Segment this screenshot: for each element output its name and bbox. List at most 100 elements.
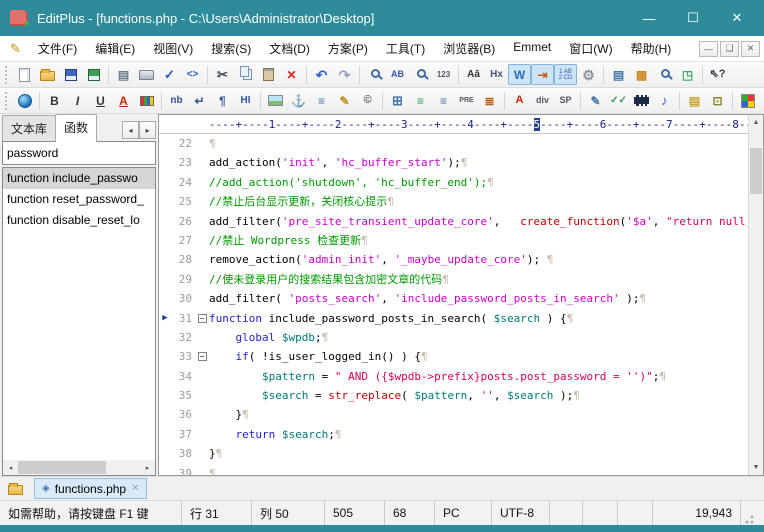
menu-item[interactable]: 窗口(W) bbox=[560, 36, 621, 61]
directory-icon[interactable] bbox=[2, 479, 28, 499]
new-document-icon[interactable] bbox=[13, 64, 36, 85]
image-icon[interactable] bbox=[264, 90, 287, 111]
fold-toggle-icon[interactable]: − bbox=[197, 313, 207, 323]
menu-item[interactable]: 文档(D) bbox=[260, 36, 319, 61]
code-line[interactable]: 35 $search = str_replace( $pattern, '', … bbox=[159, 386, 748, 405]
scroll-right-icon[interactable]: ▸ bbox=[140, 460, 155, 475]
mdi-restore-button[interactable]: ❑ bbox=[720, 40, 739, 57]
toolbar-grip[interactable] bbox=[5, 91, 10, 110]
menu-item[interactable]: 浏览器(B) bbox=[434, 36, 504, 61]
code-line[interactable]: 34 $pattern = " AND ({$wpdb->prefix}post… bbox=[159, 367, 748, 386]
color-palette-icon[interactable] bbox=[135, 90, 158, 111]
function-filter-input[interactable] bbox=[3, 143, 155, 162]
windows-colors-icon[interactable] bbox=[736, 90, 759, 111]
menu-item[interactable]: 搜索(S) bbox=[202, 36, 260, 61]
browser-globe-icon[interactable] bbox=[13, 90, 36, 111]
tab-scroll-right-icon[interactable]: ▸ bbox=[139, 121, 156, 139]
save-all-icon[interactable] bbox=[82, 64, 105, 85]
code-text[interactable]: //禁止后台显示更新，关闭核心提示¶ bbox=[209, 192, 748, 211]
scroll-left-icon[interactable]: ◂ bbox=[3, 460, 18, 475]
scroll-up-icon[interactable]: ▲ bbox=[749, 115, 763, 130]
code-line[interactable]: 25 //禁止后台显示更新，关闭核心提示¶ bbox=[159, 192, 748, 211]
code-text[interactable]: add_filter('pre_site_transient_update_co… bbox=[209, 212, 748, 231]
hex-view-icon[interactable]: Hx bbox=[485, 64, 508, 85]
code-line[interactable]: 39 ¶ bbox=[159, 464, 748, 475]
code-text[interactable]: }¶ bbox=[209, 444, 748, 463]
pre-tag-icon[interactable]: PRE bbox=[455, 90, 478, 111]
code-area[interactable]: ----+----1----+----2----+----3----+----4… bbox=[159, 115, 748, 475]
horizontal-rule-icon[interactable]: ≡ bbox=[310, 90, 333, 111]
code-line[interactable]: 36 }¶ bbox=[159, 405, 748, 424]
open-in-browser-icon[interactable]: ◳ bbox=[676, 64, 699, 85]
span-tag-icon[interactable]: SP bbox=[554, 90, 577, 111]
save-icon[interactable] bbox=[59, 64, 82, 85]
code-line[interactable]: 23 add_action('init', 'hc_buffer_start');… bbox=[159, 153, 748, 172]
print-preview-icon[interactable]: ▤ bbox=[112, 64, 135, 85]
code-text[interactable]: ¶ bbox=[209, 134, 748, 153]
div-align-icon[interactable]: ≡ bbox=[409, 90, 432, 111]
code-text[interactable]: $pattern = " AND ({$wpdb->prefix}posts.p… bbox=[209, 367, 748, 386]
scrollbar-thumb[interactable] bbox=[750, 148, 762, 194]
tab-indent-icon[interactable]: ⇥ bbox=[531, 64, 554, 85]
edit-note-icon[interactable]: ✎ bbox=[333, 90, 356, 111]
minimize-button[interactable]: — bbox=[628, 4, 670, 32]
document-list-icon[interactable]: ▤ bbox=[607, 64, 630, 85]
code-text[interactable]: //add_action('shutdown', 'hc_buffer_end'… bbox=[209, 173, 748, 192]
file-preview-icon[interactable] bbox=[653, 64, 676, 85]
paste-icon[interactable] bbox=[257, 64, 280, 85]
tab-close-icon[interactable]: ✕ bbox=[131, 483, 139, 494]
menu-item[interactable]: 方案(P) bbox=[319, 36, 377, 61]
menu-item[interactable]: Emmet bbox=[504, 36, 560, 61]
code-line[interactable]: 29 //使未登录用户的搜索结果包含加密文章的代码¶ bbox=[159, 270, 748, 289]
line-numbers-icon[interactable]: 1 AB 2 CD bbox=[554, 64, 577, 85]
script-check-icon[interactable]: ✓✓ bbox=[607, 90, 630, 111]
code-text[interactable]: remove_action('admin_init', '_maybe_upda… bbox=[209, 250, 748, 269]
code-text[interactable]: return $search;¶ bbox=[209, 425, 748, 444]
code-line[interactable]: ▶ 31− function include_password_posts_in_s… bbox=[159, 309, 748, 328]
code-line[interactable]: 26 add_filter('pre_site_transient_update_… bbox=[159, 212, 748, 231]
bold-icon[interactable]: B bbox=[43, 90, 66, 111]
code-text[interactable]: if( !is_user_logged_in() ) {¶ bbox=[209, 347, 748, 366]
word-wrap-icon[interactable]: W bbox=[508, 64, 531, 85]
font-tag-icon[interactable]: A bbox=[508, 90, 531, 111]
code-line[interactable]: 30 add_filter( 'posts_search', 'include_p… bbox=[159, 289, 748, 308]
mdi-minimize-button[interactable]: — bbox=[699, 40, 718, 57]
code-line[interactable]: 28 remove_action('admin_init', '_maybe_up… bbox=[159, 250, 748, 269]
maximize-button[interactable]: ☐ bbox=[672, 4, 714, 32]
settings-gear-icon[interactable]: ⚙ bbox=[577, 64, 600, 85]
code-text[interactable]: //禁止 Wordpress 检查更新¶ bbox=[209, 231, 748, 250]
tab-functions[interactable]: 函数 bbox=[55, 114, 98, 142]
nbsp-icon[interactable]: nb bbox=[165, 90, 188, 111]
function-list-item[interactable]: function disable_reset_lo bbox=[3, 210, 155, 231]
line-break-icon[interactable]: ↵ bbox=[188, 90, 211, 111]
code-line[interactable]: 22 ¶ bbox=[159, 134, 748, 153]
code-line[interactable]: 24 //add_action('shutdown', 'hc_buffer_en… bbox=[159, 173, 748, 192]
scrollbar-track[interactable] bbox=[749, 130, 763, 460]
menu-item[interactable]: 帮助(H) bbox=[622, 36, 681, 61]
code-text[interactable]: add_filter( 'posts_search', 'include_pas… bbox=[209, 289, 748, 308]
resize-grip[interactable] bbox=[741, 511, 755, 525]
mdi-close-button[interactable]: ✕ bbox=[741, 40, 760, 57]
sort-icon[interactable]: 123 bbox=[432, 64, 455, 85]
code-text[interactable]: global $wpdb;¶ bbox=[209, 328, 748, 347]
copy-icon[interactable] bbox=[234, 64, 257, 85]
tab-functions-php[interactable]: ◈ functions.php ✕ bbox=[34, 478, 148, 499]
font-color-icon[interactable]: A bbox=[112, 90, 135, 111]
replace-icon[interactable]: AB bbox=[386, 64, 409, 85]
function-list-item[interactable]: function include_passwo bbox=[3, 168, 155, 189]
redo-icon[interactable]: ↷ bbox=[333, 64, 356, 85]
html-tag-icon[interactable]: <> bbox=[181, 64, 204, 85]
code-line[interactable]: 33− if( !is_user_logged_in() ) {¶ bbox=[159, 347, 748, 366]
div-tag-icon[interactable]: div bbox=[531, 90, 554, 111]
menu-item[interactable]: 编辑(E) bbox=[86, 36, 144, 61]
context-help-icon[interactable]: ⇖? bbox=[706, 64, 729, 85]
code-line[interactable]: 27 //禁止 Wordpress 检查更新¶ bbox=[159, 231, 748, 250]
find-icon[interactable] bbox=[363, 64, 386, 85]
copyright-icon[interactable]: © bbox=[356, 90, 379, 111]
change-case-icon[interactable]: Aā bbox=[462, 64, 485, 85]
code-text[interactable]: }¶ bbox=[209, 405, 748, 424]
form-field-icon[interactable]: ▤ bbox=[683, 90, 706, 111]
underline-icon[interactable]: U bbox=[89, 90, 112, 111]
code-line[interactable]: 37 return $search;¶ bbox=[159, 425, 748, 444]
code-text[interactable]: ¶ bbox=[209, 464, 748, 475]
